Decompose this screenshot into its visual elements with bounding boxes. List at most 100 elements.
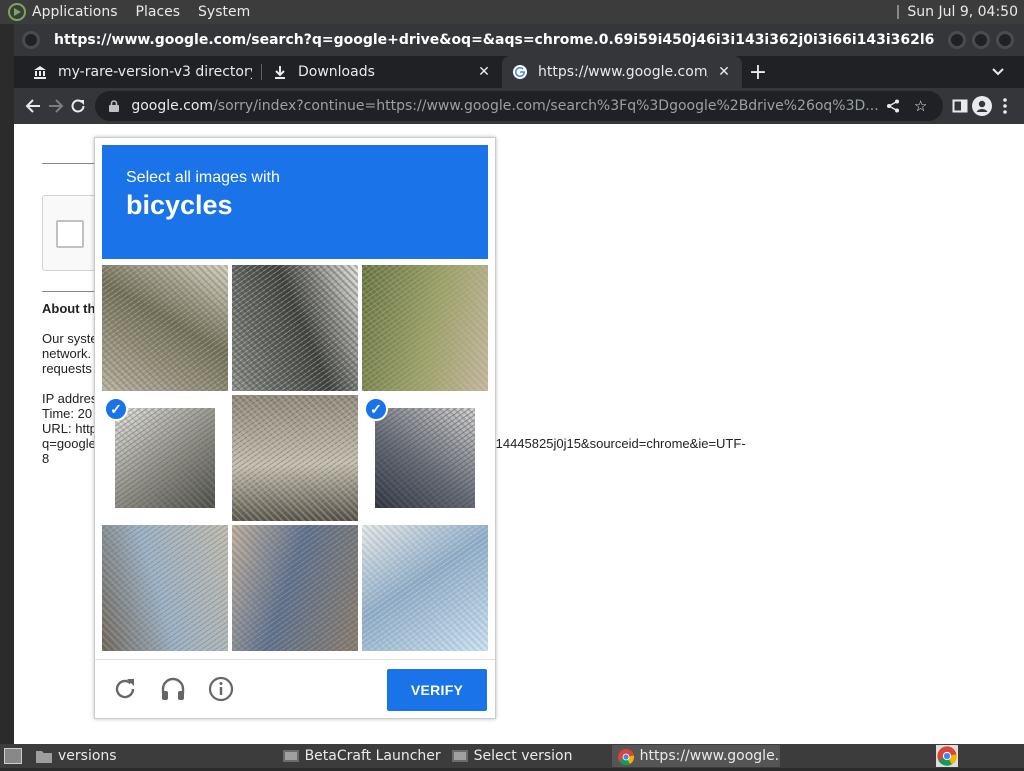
top-divider — [42, 163, 102, 164]
back-arrow-icon — [25, 99, 41, 113]
url-host: google.com — [131, 98, 214, 114]
body-line: Our syste — [42, 331, 98, 346]
download-icon — [272, 64, 288, 80]
window-menu-icon[interactable] — [22, 31, 40, 49]
tab-downloads[interactable]: Downloads ✕ — [262, 56, 502, 88]
bank-icon — [32, 64, 48, 80]
tab-label: Downloads — [298, 64, 375, 80]
tab-google-search[interactable]: https://www.google.com/search ✕ — [502, 56, 742, 88]
captcha-tile[interactable]: ✓ — [362, 265, 488, 391]
captcha-tile[interactable]: ✓ — [102, 395, 228, 521]
url-text[interactable]: google.com/sorry/index?continue=https://… — [131, 98, 878, 114]
window-controls — [948, 31, 1014, 49]
url-line: URL: http — [42, 421, 97, 436]
taskbar-item-chrome[interactable]: https://www.google... — [611, 745, 780, 767]
minimize-button[interactable] — [948, 31, 966, 49]
captcha-tile-image — [102, 525, 228, 651]
url-line-tail: .14445825j0j15&sourceid=chrome&ie=UTF- — [492, 436, 746, 451]
page-content: About th Our syste network. requests IP … — [14, 124, 1024, 744]
top-panel: Applications Places System Sun Jul 9, 04… — [0, 0, 1024, 24]
folder-icon — [36, 749, 52, 763]
show-desktop-icon[interactable] — [4, 748, 22, 764]
java-app-icon — [282, 749, 299, 763]
challenge-footer: VERIFY — [95, 659, 495, 719]
maximize-button[interactable] — [972, 31, 990, 49]
clock[interactable]: Sun Jul 9, 04:50 — [907, 4, 1018, 20]
tray-chrome-icon[interactable] — [936, 745, 958, 767]
chrome-menu-icon[interactable] — [994, 90, 1016, 122]
info-icon[interactable] — [207, 675, 235, 703]
image-grid: ✓✓✓✓✓✓✓✓✓ — [102, 265, 488, 651]
captcha-tile-image — [362, 525, 488, 651]
about-heading: About th — [42, 301, 96, 316]
captcha-tile[interactable]: ✓ — [362, 525, 488, 651]
recaptcha-checkbox[interactable] — [56, 220, 84, 248]
forward-arrow-icon — [48, 99, 64, 113]
taskbar-item-select-version[interactable]: Select version — [446, 745, 608, 767]
tab-label: https://www.google.com/search — [538, 64, 708, 80]
captcha-tile[interactable]: ✓ — [362, 395, 488, 521]
captcha-tile[interactable]: ✓ — [232, 395, 358, 521]
challenge-instruction: Select all images with — [126, 169, 280, 186]
captcha-tile-image — [362, 265, 488, 391]
close-tab-icon[interactable]: ✕ — [476, 64, 492, 80]
captcha-tile[interactable]: ✓ — [102, 525, 228, 651]
menu-system[interactable]: System — [198, 4, 250, 20]
chrome-icon — [617, 749, 634, 765]
verify-button[interactable]: VERIFY — [387, 669, 487, 711]
taskbar-label: Select version — [473, 748, 573, 764]
recaptcha-anchor-frame — [42, 195, 102, 271]
taskbar-label: https://www.google... — [639, 748, 780, 764]
menu-applications[interactable]: Applications — [32, 4, 118, 20]
distro-logo-icon[interactable] — [8, 3, 26, 21]
new-tab-button[interactable]: + — [742, 56, 774, 88]
lock-icon[interactable] — [107, 99, 121, 113]
google-icon — [512, 64, 528, 80]
reload-icon — [71, 99, 85, 113]
checkmark-icon: ✓ — [104, 397, 128, 421]
captcha-tile-image — [232, 395, 358, 521]
menu-places[interactable]: Places — [136, 4, 181, 20]
body-line: requests — [42, 361, 92, 376]
captcha-tile-image — [375, 408, 475, 508]
url-line-end: 8 — [42, 451, 50, 466]
taskbar: versions BetaCraft Launcher ... Select v… — [0, 744, 1024, 768]
profile-avatar-icon[interactable] — [971, 90, 993, 122]
time-line: Time: 20 — [42, 406, 93, 421]
tab-directory[interactable]: my-rare-version-v3 directory — [22, 56, 262, 88]
window-title: https://www.google.com/search?q=google+d… — [54, 32, 934, 48]
tab-label: my-rare-version-v3 directory — [58, 64, 252, 80]
java-app-icon — [451, 749, 468, 763]
share-icon[interactable] — [879, 92, 907, 120]
captcha-tile[interactable]: ✓ — [102, 265, 228, 391]
address-bar[interactable]: google.com/sorry/index?continue=https://… — [95, 91, 943, 121]
captcha-tile-image — [232, 525, 358, 651]
close-window-button[interactable] — [996, 31, 1014, 49]
taskbar-item-versions[interactable]: versions — [30, 745, 123, 767]
audio-challenge-icon[interactable] — [159, 675, 187, 703]
recaptcha-challenge: Select all images with bicycles ✓✓✓✓✓✓✓✓… — [94, 137, 496, 719]
body-line: network. — [42, 346, 92, 361]
side-panel-icon[interactable] — [949, 90, 971, 122]
section-divider — [42, 291, 102, 292]
taskbar-item-betacraft[interactable]: BetaCraft Launcher ... — [277, 745, 442, 767]
captcha-tile[interactable]: ✓ — [232, 525, 358, 651]
close-tab-icon[interactable]: ✕ — [716, 64, 732, 80]
tab-strip: my-rare-version-v3 directory Downloads ✕… — [14, 56, 1024, 88]
back-button[interactable] — [22, 90, 44, 122]
panel-separator — [897, 5, 900, 19]
captcha-tile-image — [115, 408, 215, 508]
tab-search-chevron-icon[interactable] — [986, 60, 1010, 84]
taskbar-label: versions — [58, 748, 117, 764]
browser-toolbar: google.com/sorry/index?continue=https://… — [14, 88, 1024, 124]
captcha-tile[interactable]: ✓ — [232, 265, 358, 391]
reload-button[interactable] — [67, 90, 89, 122]
url-line-2: q=google — [42, 436, 96, 451]
ip-address-line: IP addres — [42, 391, 98, 406]
captcha-tile-image — [102, 265, 228, 391]
window-titlebar[interactable]: https://www.google.com/search?q=google+d… — [14, 24, 1024, 56]
forward-button[interactable] — [44, 90, 66, 122]
challenge-header: Select all images with bicycles — [102, 145, 488, 259]
bookmark-star-icon[interactable]: ☆ — [907, 92, 935, 120]
reload-challenge-icon[interactable] — [111, 675, 139, 703]
